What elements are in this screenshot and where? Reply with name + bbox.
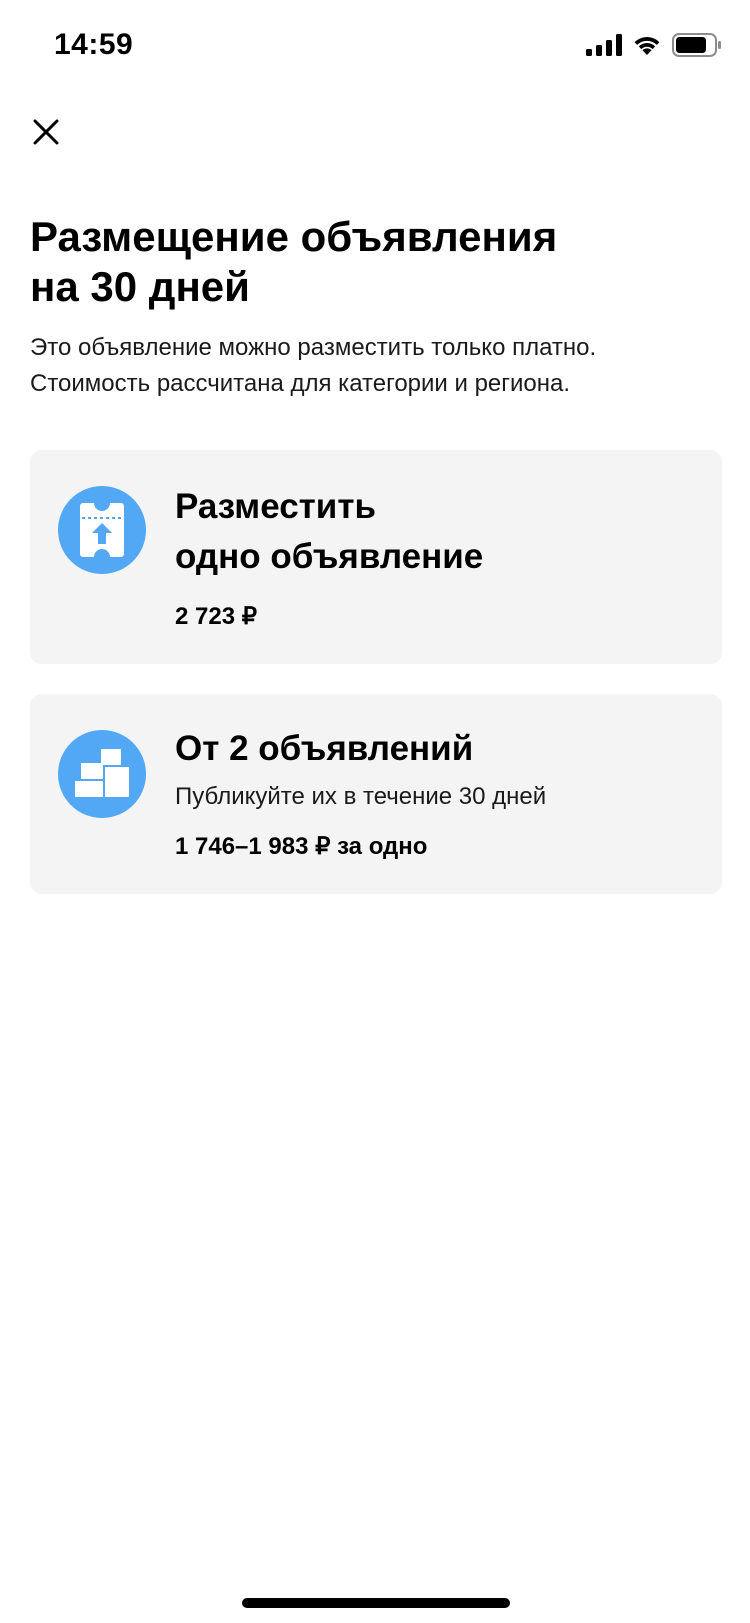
page-subtitle-line-1: Это объявление можно разместить только п… — [30, 334, 597, 361]
cellular-signal-icon — [586, 34, 622, 56]
option-description: Публикуйте их в течение 30 дней — [175, 783, 547, 810]
option-price: 1 746–1 983 ₽ за одно — [175, 833, 428, 860]
status-time: 14:59 — [54, 28, 134, 61]
single-listing-option[interactable]: Разместить одно объявление 2 723 ₽ — [30, 450, 722, 664]
option-title: От 2 объявлений — [175, 729, 474, 768]
battery-icon — [672, 33, 721, 57]
page-title-line-1: Размещение объявления — [30, 213, 558, 260]
page-title: Размещение объявления на 30 дней — [30, 212, 710, 312]
option-title-line-1: Разместить — [175, 487, 376, 526]
status-icons — [586, 33, 722, 57]
option-title: Разместить одно объявление — [175, 482, 695, 582]
page-subtitle-line-2: Стоимость рассчитана для категории и рег… — [30, 370, 571, 397]
close-icon — [33, 119, 59, 145]
close-button[interactable] — [24, 110, 68, 154]
status-bar: 14:59 — [0, 0, 750, 92]
ticket-upload-icon — [58, 486, 146, 574]
multiple-listings-option[interactable]: От 2 объявлений Публикуйте их в течение … — [30, 694, 722, 894]
page-title-line-2: на 30 дней — [30, 263, 250, 310]
wifi-icon — [634, 37, 660, 55]
page-subtitle: Это объявление можно разместить только п… — [30, 330, 730, 402]
home-indicator[interactable] — [242, 1598, 510, 1608]
boxes-icon — [58, 730, 146, 818]
option-price: 2 723 ₽ — [175, 603, 257, 630]
option-title-line-2: одно объявление — [175, 537, 484, 576]
